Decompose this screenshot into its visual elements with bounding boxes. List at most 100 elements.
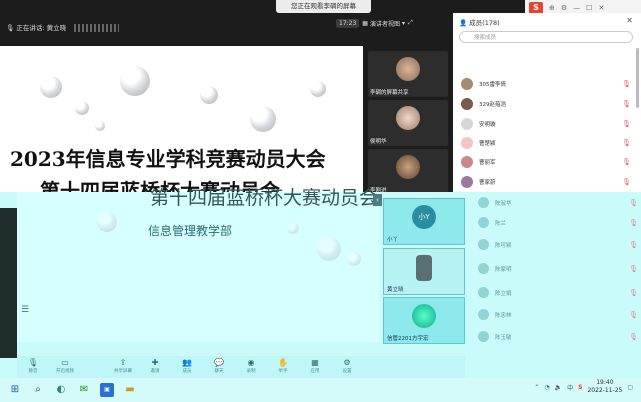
wechat-icon[interactable]: ✉ bbox=[77, 383, 91, 397]
video-tile[interactable]: 侯明华 bbox=[368, 100, 448, 146]
avatar bbox=[478, 331, 489, 342]
mic-muted-icon: 🎙 bbox=[622, 178, 631, 186]
avatar bbox=[461, 176, 473, 188]
fullscreen-icon[interactable]: ⤢ bbox=[408, 19, 413, 27]
shared-slide bbox=[0, 46, 363, 196]
member-search-input[interactable]: 搜索成员 bbox=[459, 31, 633, 43]
settings-icon[interactable]: ⚙ bbox=[561, 4, 567, 12]
shared-slide-lower bbox=[17, 192, 380, 342]
close-icon[interactable]: ✕ bbox=[598, 4, 604, 12]
search-icon[interactable]: ⌕ bbox=[31, 383, 45, 397]
member-row[interactable]: 305雷李倩 🎙 bbox=[461, 75, 631, 93]
meeting-app-icon[interactable]: ▣ bbox=[100, 383, 114, 397]
member-row[interactable]: 陈可颖 🎙 bbox=[478, 236, 638, 253]
chevron-left-icon[interactable]: ‹ bbox=[373, 194, 382, 206]
minimize-icon[interactable]: — bbox=[573, 4, 580, 12]
members-header: 👤 成员(178) bbox=[459, 17, 500, 27]
maximize-icon[interactable]: ☐ bbox=[586, 4, 592, 12]
audio-level-icon bbox=[74, 24, 120, 32]
mic-muted-icon: 🎙 bbox=[622, 120, 631, 128]
member-name: 陈玉敏 bbox=[495, 334, 512, 341]
notification-icon[interactable]: ▢ bbox=[627, 384, 633, 391]
meeting-timer: 17:23 bbox=[336, 18, 360, 28]
sogou-ime-icon[interactable]: S bbox=[578, 384, 582, 391]
left-strip bbox=[0, 208, 17, 358]
network-icon[interactable]: ◔ bbox=[544, 384, 549, 391]
avatar bbox=[478, 217, 489, 228]
video-tile[interactable]: 小Y 小丫 bbox=[383, 198, 465, 245]
chat-button[interactable]: 💬 聊天 bbox=[203, 356, 235, 374]
member-row[interactable]: 曹家蔚 🎙 bbox=[461, 173, 631, 191]
mic-icon: 🎙 bbox=[27, 358, 39, 367]
video-tile[interactable]: 信管2201方宇宏 bbox=[383, 297, 465, 344]
invite-button[interactable]: ✚ 邀请 bbox=[139, 356, 171, 374]
apps-icon: ▦ bbox=[311, 358, 319, 367]
mic-muted-icon: 🎙 bbox=[622, 158, 631, 166]
slide-title-line1: 2023年信息专业学科竞赛动员大会 bbox=[10, 147, 326, 171]
record-icon: ◉ bbox=[247, 358, 255, 367]
member-name: 陈兰 bbox=[495, 220, 507, 227]
member-name: 305雷李倩 bbox=[479, 82, 506, 88]
video-button[interactable]: ▭ 开启视频 bbox=[49, 356, 81, 374]
mute-button[interactable]: 🎙 静音 bbox=[17, 356, 49, 374]
share-screen-button[interactable]: ⇪ 共享屏幕 bbox=[107, 356, 139, 374]
slide-title-overlap: 第十四届蓝桥杯大赛动员会 bbox=[150, 187, 379, 209]
member-name: 陈可颖 bbox=[495, 242, 512, 249]
member-name: 陈家明 bbox=[495, 266, 512, 273]
member-name: 陈淑华 bbox=[495, 200, 512, 207]
member-name: 曹家蔚 bbox=[479, 180, 496, 186]
member-name: 曹丽军 bbox=[479, 160, 496, 166]
scrollbar[interactable] bbox=[636, 48, 639, 108]
member-row[interactable]: 安明璇 🎙 bbox=[461, 115, 631, 133]
edge-icon[interactable]: ◐ bbox=[54, 383, 68, 397]
member-name: 陈立娟 bbox=[495, 290, 512, 297]
member-row[interactable]: 曹丽军 🎙 bbox=[461, 153, 631, 171]
close-icon[interactable]: ✕ bbox=[626, 16, 633, 25]
video-tile[interactable]: 李碉的屏幕共享 bbox=[368, 51, 448, 97]
pin-icon[interactable]: ⊕ bbox=[549, 4, 555, 12]
member-row[interactable]: 陈立娟 🎙 bbox=[478, 284, 638, 301]
mic-muted-icon: 🎙 bbox=[629, 218, 638, 227]
windows-start-icon[interactable]: ⊞ bbox=[8, 383, 22, 397]
mic-muted-icon: 🎙 bbox=[629, 288, 638, 297]
member-row[interactable]: 陈兰 🎙 bbox=[478, 214, 638, 231]
mic-muted-icon: 🎙 bbox=[629, 332, 638, 341]
folder-icon[interactable]: ▬ bbox=[123, 383, 137, 397]
apps-button[interactable]: ▦ 应用 bbox=[299, 356, 331, 374]
speaker-icon[interactable]: 🔈 bbox=[555, 384, 562, 391]
member-row[interactable]: 陈忠林 🎙 bbox=[478, 306, 638, 323]
avatar bbox=[396, 106, 420, 130]
members-icon: 👥 bbox=[182, 358, 192, 367]
member-row[interactable]: 陈淑华 🎙 bbox=[478, 194, 638, 211]
avatar bbox=[478, 309, 489, 320]
video-tile-name: 小丫 bbox=[387, 237, 399, 243]
clock[interactable]: 19:40 2022-11-25 bbox=[587, 379, 622, 395]
video-tile[interactable]: 李刚进 bbox=[368, 149, 448, 195]
mic-muted-icon: 🎙 bbox=[629, 264, 638, 273]
record-button[interactable]: ◉ 录制 bbox=[235, 356, 267, 374]
camera-icon: ▭ bbox=[61, 358, 69, 367]
avatar bbox=[461, 98, 473, 110]
raise-hand-button[interactable]: ✋ 举手 bbox=[267, 356, 299, 374]
settings-icon: ⚙ bbox=[343, 358, 351, 367]
avatar bbox=[461, 137, 473, 149]
settings-button[interactable]: ⚙ 设置 bbox=[331, 356, 363, 374]
member-row[interactable]: 陈家明 🎙 bbox=[478, 260, 638, 277]
avatar bbox=[478, 287, 489, 298]
mic-muted-icon: 🎙 bbox=[629, 198, 638, 207]
video-tile-name: 黄立晓 bbox=[387, 287, 404, 293]
view-mode-button[interactable]: ▦ 演讲者视图 ▾ bbox=[362, 19, 405, 28]
member-row[interactable]: 曹楚颖 🎙 bbox=[461, 134, 631, 152]
member-name: 曹楚颖 bbox=[479, 141, 496, 147]
share-icon: ⇪ bbox=[119, 358, 127, 367]
video-tile[interactable]: 黄立晓 bbox=[383, 248, 465, 295]
member-row[interactable]: 329赵蕴浩 🎙 bbox=[461, 95, 631, 113]
avatar bbox=[461, 78, 473, 90]
speaking-indicator: 🎙 正在讲话: 黄立晓 bbox=[6, 20, 120, 36]
list-icon[interactable]: ☰ bbox=[21, 305, 29, 315]
chevron-up-icon[interactable]: ⌃ bbox=[534, 384, 539, 391]
members-button[interactable]: 👥 成员 bbox=[171, 356, 203, 374]
ime-indicator[interactable]: 中 bbox=[567, 383, 573, 392]
member-row[interactable]: 陈玉敏 🎙 bbox=[478, 328, 638, 345]
invite-icon: ✚ bbox=[151, 358, 159, 367]
